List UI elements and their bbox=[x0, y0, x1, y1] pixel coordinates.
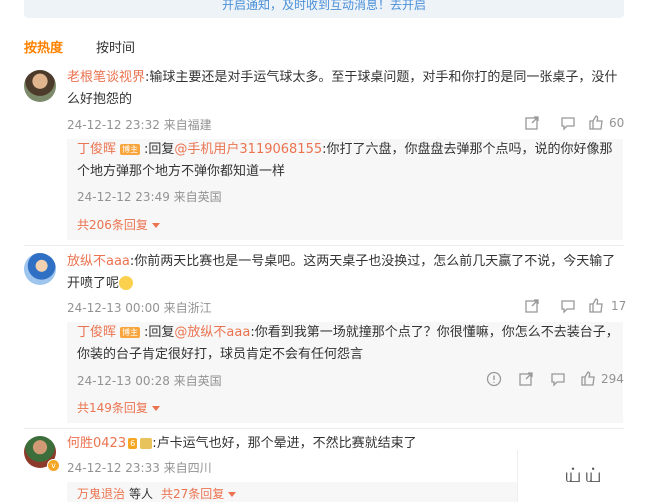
more-replies-link[interactable]: 共206条回复 bbox=[77, 216, 160, 233]
floating-action-button[interactable]: ய்ய் bbox=[517, 450, 651, 502]
sort-by-time-tab[interactable]: 按时间 bbox=[96, 37, 135, 56]
verified-icon: v bbox=[47, 459, 60, 472]
reply-text: 丁俊晖 博主:回复@放纵不aaa:你看到我第一场就撞那个点了？你很懂嘛，你怎么不去… bbox=[77, 325, 619, 340]
reply-meta: 24-12-12 23:49 来自英国 bbox=[77, 190, 222, 204]
comment-meta: 24-12-13 00:00 来自浙江 bbox=[67, 301, 212, 315]
like-icon[interactable] bbox=[588, 297, 604, 313]
report-icon[interactable] bbox=[486, 371, 502, 387]
like-icon[interactable] bbox=[580, 370, 596, 386]
comment-username[interactable]: 何胜0423 bbox=[67, 436, 126, 451]
mention-link[interactable]: @放纵不aaa bbox=[174, 325, 250, 340]
notification-text: 开启通知，及时收到互动消息！去开启 bbox=[221, 0, 426, 12]
author-badge: 博主 bbox=[120, 327, 141, 338]
like-icon[interactable] bbox=[588, 114, 604, 130]
comment-icon[interactable] bbox=[560, 298, 576, 314]
comment-icon[interactable] bbox=[560, 115, 576, 131]
share-icon[interactable] bbox=[518, 371, 534, 387]
reply-summary[interactable]: 万鬼退治 等人 共27条回复 bbox=[77, 484, 237, 504]
divider bbox=[24, 245, 624, 246]
like-count: 17 bbox=[611, 299, 627, 313]
comment-meta: 24-12-12 23:33 来自四川 bbox=[67, 461, 212, 475]
reply-text-continued: 你装的台子肯定很好打，球员肯定不会有任何怨言 bbox=[77, 347, 364, 362]
reply-username[interactable]: 丁俊晖 bbox=[77, 325, 116, 340]
comment-username[interactable]: 老根笔谈视界 bbox=[67, 70, 145, 85]
comment-text: 放纵不aaa:你前两天比赛也是一号桌吧。这两天桌子也没换过，怎么前几天赢了不说，… bbox=[67, 254, 616, 269]
laughing-emoji-icon bbox=[119, 275, 134, 290]
mention-link[interactable]: @手机用户3119068155 bbox=[174, 142, 322, 157]
comment-username[interactable]: 放纵不aaa bbox=[67, 254, 130, 269]
comment-meta: 24-12-12 23:32 来自福建 bbox=[67, 118, 212, 132]
reply-username[interactable]: 万鬼退治 bbox=[77, 487, 125, 501]
more-replies-link[interactable]: 共149条回复 bbox=[77, 399, 160, 416]
reply-meta: 24-12-13 00:28 来自英国 bbox=[77, 374, 222, 388]
comment-text-continued: 开喷了呢 bbox=[67, 274, 134, 294]
comment-icon[interactable] bbox=[550, 371, 566, 387]
reply-text-continued: 个地方弹那个地方不弹你都知道一样 bbox=[77, 164, 286, 179]
comment-text: 老根笔谈视界:输球主要还是对手运气球太多。至于球桌问题，对手和你打的是同一张桌子… bbox=[67, 70, 618, 85]
comment-text-continued: 么好抱怨的 bbox=[67, 92, 133, 107]
chevron-down-icon bbox=[151, 223, 160, 228]
level-badge: 6 bbox=[128, 438, 138, 449]
chevron-down-icon bbox=[228, 492, 237, 497]
chevron-down-icon bbox=[151, 406, 160, 411]
crown-icon bbox=[140, 438, 153, 449]
comment-text: 何胜0423 6:卢卡运气也好，那个晕进，不然比赛就结束了 bbox=[67, 436, 417, 451]
reply-text: 丁俊晖 博主:回复@手机用户3119068155:你打了六盘，你盘盘去弹那个点吗，… bbox=[77, 142, 613, 157]
more-replies-link[interactable]: 共27条回复 bbox=[161, 487, 237, 501]
floating-action-label: ய்ய் bbox=[564, 462, 605, 487]
avatar[interactable] bbox=[24, 70, 56, 102]
share-icon[interactable] bbox=[524, 298, 540, 314]
divider bbox=[24, 428, 624, 429]
author-badge: 博主 bbox=[120, 144, 141, 155]
sort-by-hot-tab[interactable]: 按热度 bbox=[24, 37, 63, 56]
reply-username[interactable]: 丁俊晖 bbox=[77, 142, 116, 157]
share-icon[interactable] bbox=[524, 115, 540, 131]
like-count: 294 bbox=[601, 372, 624, 386]
like-count: 60 bbox=[609, 116, 625, 130]
notification-banner[interactable]: 开启通知，及时收到互动消息！去开启 bbox=[24, 0, 624, 18]
avatar[interactable] bbox=[24, 253, 56, 285]
